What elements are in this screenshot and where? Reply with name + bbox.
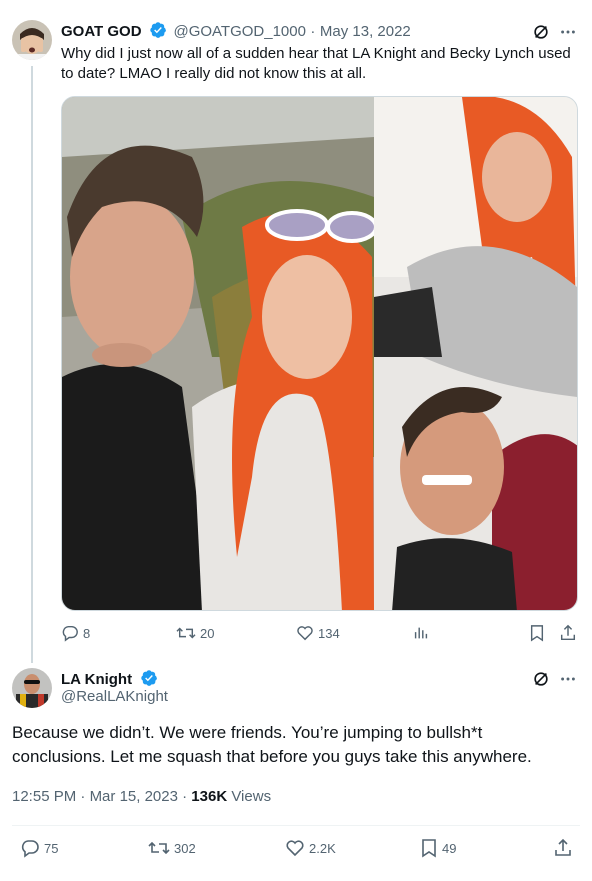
tweet1-grok-button[interactable] — [532, 23, 550, 41]
tweet2-time[interactable]: 12:55 PM — [12, 788, 76, 805]
tweet1-date[interactable]: May 13, 2022 — [320, 23, 411, 40]
tweet2-retweet-button[interactable]: 302 — [148, 838, 196, 858]
tweet2-views-label: Views — [231, 788, 272, 805]
thread-connector-line — [31, 66, 33, 663]
tweet1-photo[interactable] — [61, 96, 578, 611]
tweet1-header: GOAT GOD @GOATGOD_1000 · May 13, 2022 — [61, 21, 411, 44]
tweet1-reply-button[interactable]: 8 — [61, 624, 90, 642]
tweet2-display-name[interactable]: LA Knight — [61, 671, 132, 688]
like-icon — [296, 624, 314, 642]
tweet1-display-name[interactable]: GOAT GOD — [61, 23, 142, 40]
tweet2-date[interactable]: Mar 15, 2023 — [90, 788, 178, 805]
tweet2-views-count: 136K — [191, 788, 228, 805]
tweet1-like-button[interactable]: 134 — [296, 624, 340, 642]
avatar-goatgod[interactable] — [12, 20, 52, 60]
tweet2-reply-count: 75 — [44, 840, 59, 856]
tweet1-reply-count: 8 — [83, 625, 91, 641]
photo-collage-image — [62, 97, 577, 610]
tweet1-bookmark-button[interactable] — [529, 624, 545, 642]
reply-icon — [61, 624, 79, 642]
tweet2-share-button[interactable] — [553, 838, 573, 858]
more-icon — [559, 670, 577, 688]
tweet2-like-button[interactable]: 2.2K — [285, 838, 336, 858]
tweet2-text: Because we didn’t. We were friends. You’… — [12, 723, 532, 766]
tweet2-bookmark-count: 49 — [442, 840, 457, 856]
tweet2-more-button[interactable] — [559, 670, 577, 688]
share-icon — [553, 838, 573, 858]
like-icon — [285, 838, 305, 858]
tweet2-grok-button[interactable] — [532, 670, 550, 688]
tweet1-share-button[interactable] — [559, 624, 577, 642]
tweet2-separator: · — [80, 788, 86, 805]
more-icon — [559, 23, 577, 41]
tweet2-meta: 12:55 PM · Mar 15, 2023 · 136K Views — [12, 788, 271, 805]
bookmark-icon — [529, 624, 545, 642]
tweet2-like-count: 2.2K — [309, 840, 336, 856]
bookmark-icon — [420, 838, 438, 858]
tweet1-separator: · — [310, 23, 316, 40]
avatar-la-knight[interactable] — [12, 668, 52, 708]
grok-icon — [532, 670, 550, 688]
retweet-icon — [148, 838, 170, 858]
tweet2-handle[interactable]: @RealLAKnight — [61, 688, 168, 705]
divider-top — [12, 825, 580, 826]
tweet2-bookmark-button[interactable]: 49 — [420, 838, 456, 858]
retweet-icon — [176, 624, 196, 642]
grok-icon — [532, 23, 550, 41]
views-icon — [412, 624, 430, 642]
tweet1-more-button[interactable] — [559, 23, 577, 41]
verified-badge-icon — [149, 21, 167, 44]
tweet1-handle[interactable]: @GOATGOD_1000 — [173, 23, 306, 40]
tweet2-separator2: · — [182, 788, 188, 805]
reply-icon — [20, 838, 40, 858]
tweet1-views-button[interactable] — [412, 624, 430, 642]
tweet2-retweet-count: 302 — [174, 840, 196, 856]
tweet1-like-count: 134 — [318, 625, 340, 641]
tweet1-retweet-count: 20 — [200, 625, 215, 641]
share-icon — [559, 624, 577, 642]
tweet2-reply-button[interactable]: 75 — [20, 838, 58, 858]
tweet1-retweet-button[interactable]: 20 — [176, 624, 214, 642]
tweet1-text: Why did I just now all of a sudden hear … — [61, 45, 571, 82]
